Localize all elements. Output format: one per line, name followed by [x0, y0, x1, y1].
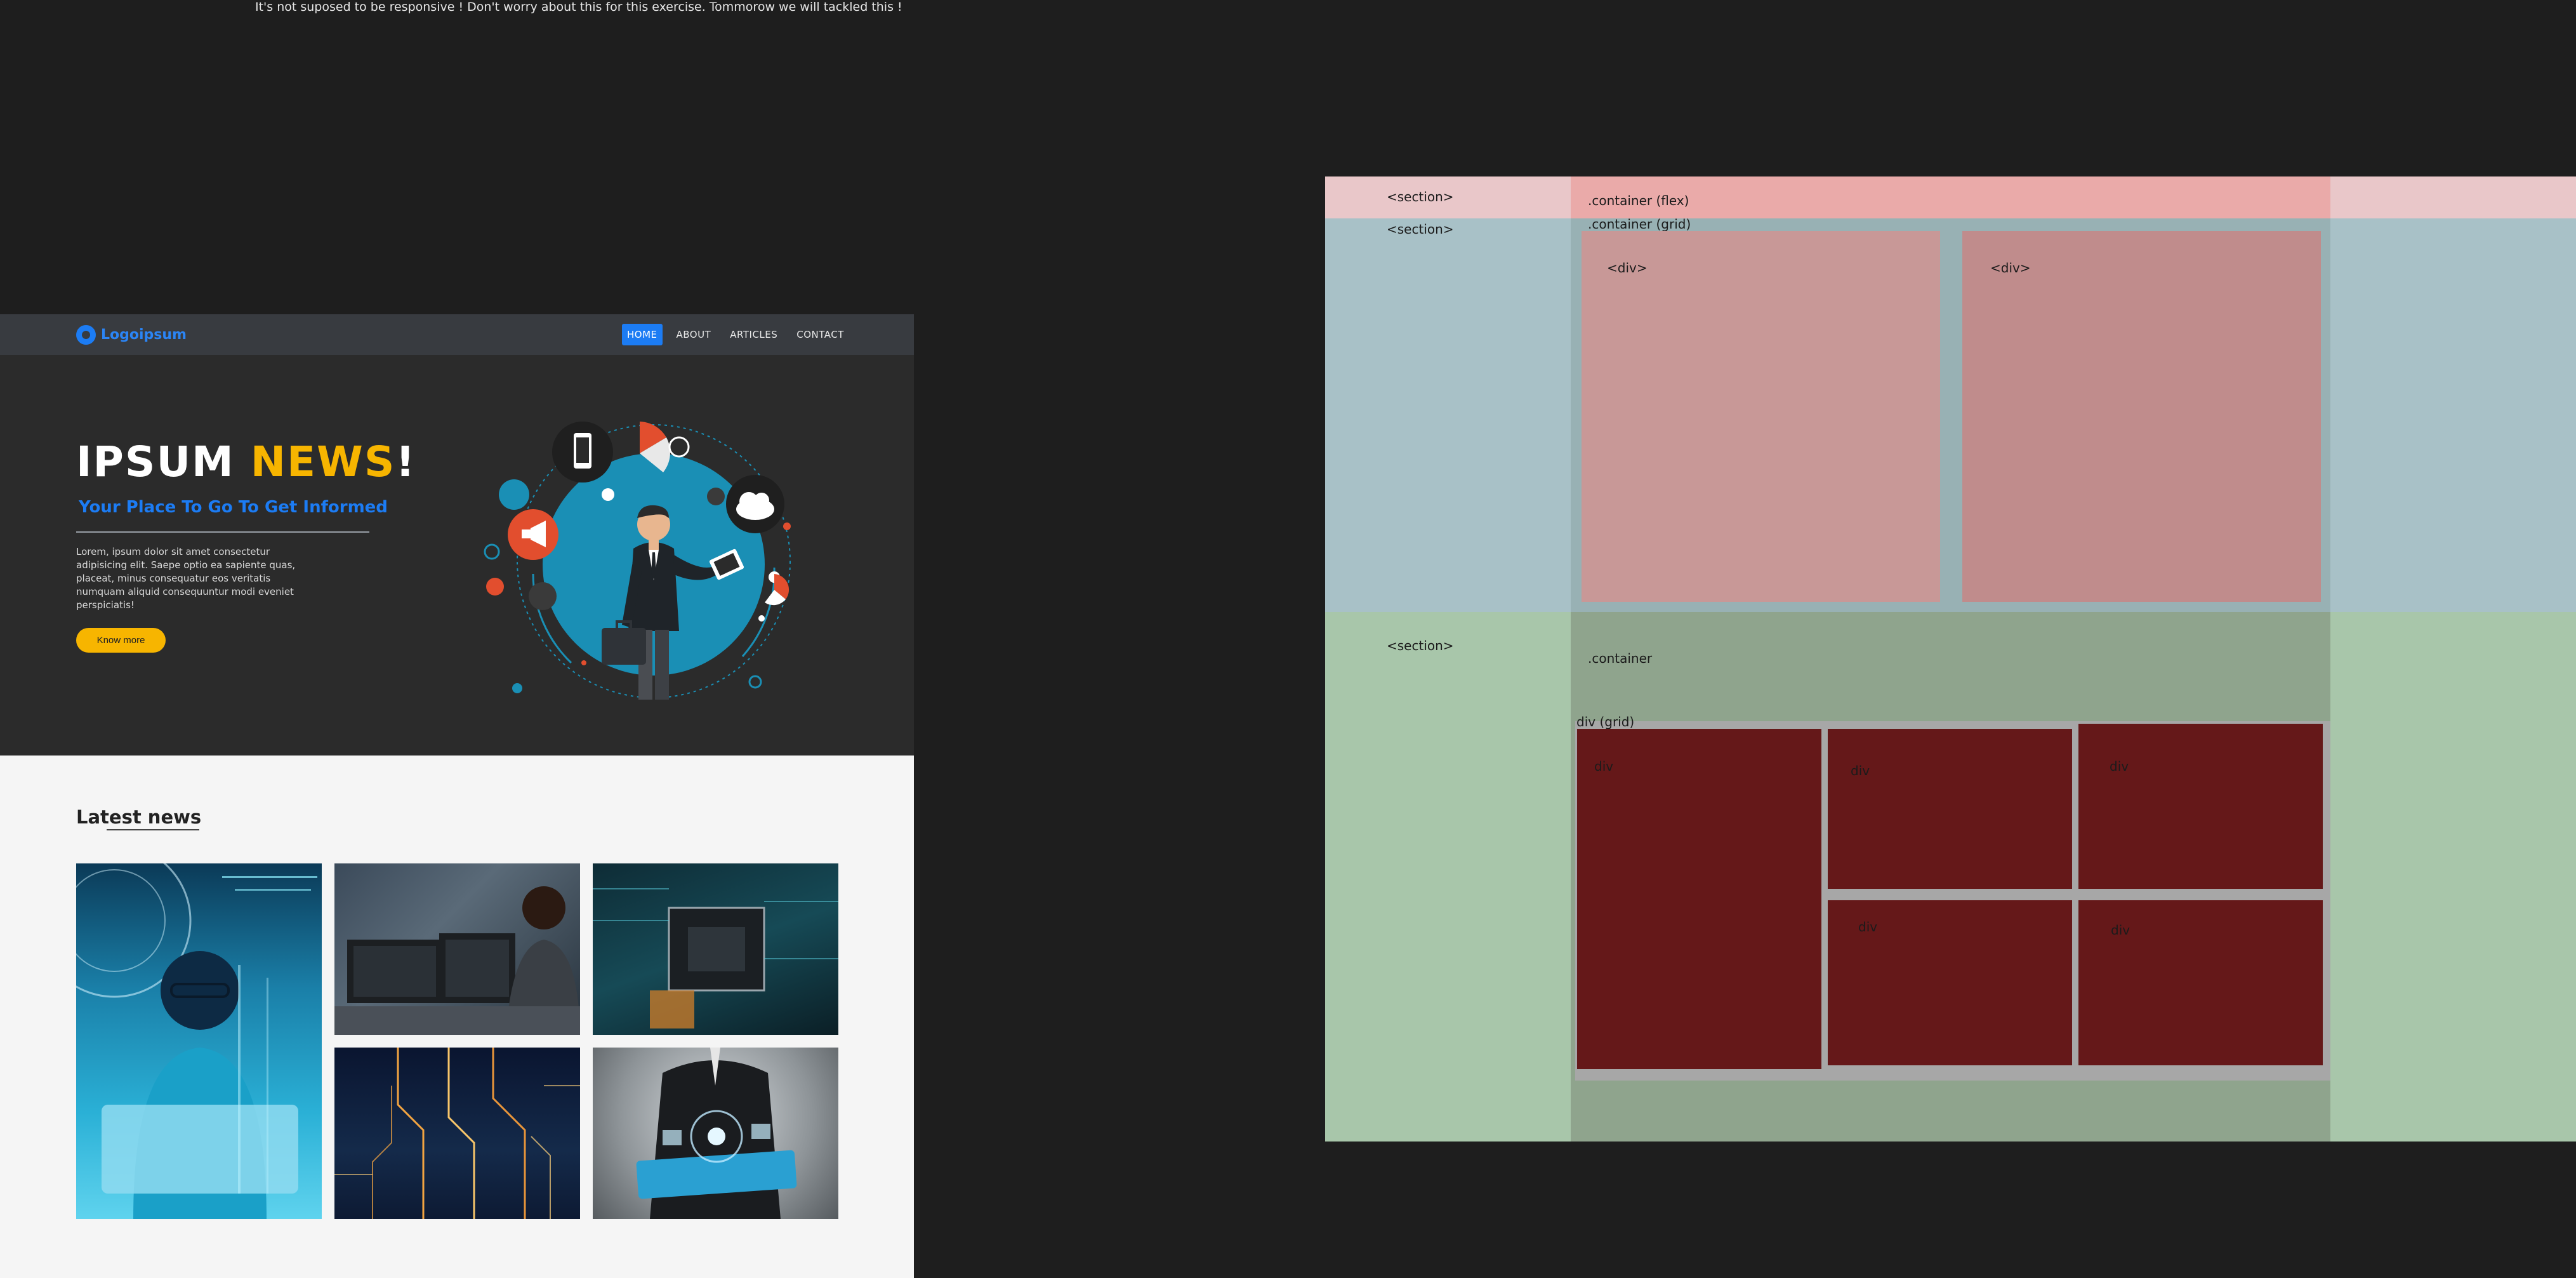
nav-about[interactable]: ABOUT	[671, 324, 717, 345]
hero-title-end: !	[395, 437, 416, 486]
nav-home[interactable]: HOME	[622, 324, 663, 345]
hero-divider	[76, 531, 369, 533]
nav-links: HOME ABOUT ARTICLES CONTACT	[622, 324, 849, 345]
navbar: Logoipsum HOME ABOUT ARTICLES CONTACT	[0, 314, 914, 355]
logo-text: Logoipsum	[101, 327, 187, 343]
schema-section-3-label: <section>	[1387, 638, 1454, 653]
schema-cell-3-label: div	[2110, 759, 2129, 774]
news-image-1[interactable]	[76, 863, 322, 1219]
logo-icon	[76, 325, 96, 345]
schema-container-label: .container	[1588, 651, 1653, 666]
nav-contact[interactable]: CONTACT	[791, 324, 849, 345]
businessman-illustration	[484, 422, 791, 700]
latest-news-underline	[107, 829, 199, 830]
mock-site: Logoipsum HOME ABOUT ARTICLES CONTACT IP…	[0, 314, 914, 1278]
schema-section-2-label: <section>	[1387, 222, 1454, 237]
schema-grid-div-2-label: <div>	[1990, 260, 2031, 276]
news-image-3[interactable]	[593, 863, 838, 1035]
schema-grid-div-2	[1962, 231, 2321, 602]
nav-articles[interactable]: ARTICLES	[725, 324, 783, 345]
know-more-button[interactable]: Know more	[76, 628, 166, 653]
hacker-laptop-picture	[76, 863, 317, 1219]
page-notice: It's not suposed to be responsive ! Don'…	[255, 0, 902, 14]
logo[interactable]: Logoipsum	[76, 325, 187, 345]
hero-title: IPSUM NEWS!	[76, 437, 416, 486]
schema-cell-2-label: div	[1851, 763, 1870, 778]
schema-section-1-label: <section>	[1387, 189, 1454, 204]
schema-div-grid-label: div (grid)	[1576, 714, 1635, 729]
schema-grid-div-1-label: <div>	[1607, 260, 1648, 276]
hero-subtitle: Your Place To Go To Get Informed	[79, 498, 388, 517]
news-image-5[interactable]	[593, 1048, 838, 1219]
schema-grid-div-1	[1582, 231, 1940, 602]
programmers-desk-picture	[334, 886, 580, 1035]
latest-news-section: Latest news	[0, 755, 914, 1278]
schema-cell-1	[1577, 729, 1821, 1069]
hero-title-accent: NEWS	[250, 437, 396, 486]
hero-title-main: IPSUM	[76, 437, 251, 486]
hero-section: IPSUM NEWS! Your Place To Go To Get Info…	[0, 355, 914, 755]
schema-cell-3	[2078, 724, 2323, 889]
circuit-lights-picture	[334, 1048, 580, 1219]
latest-news-title: Latest news	[76, 806, 202, 828]
schema-cell-2	[1828, 729, 2072, 889]
news-image-2[interactable]	[334, 863, 580, 1035]
schema-cell-4-label: div	[1858, 919, 1878, 935]
layout-schema: <section> .container (flex) <section> .c…	[1325, 176, 2576, 1142]
news-image-4[interactable]	[334, 1048, 580, 1219]
schema-container-flex-label: .container (flex)	[1588, 193, 1689, 208]
businessman-tablet-picture	[636, 1048, 797, 1219]
motherboard-picture	[593, 888, 838, 1028]
schema-cell-1-label: div	[1594, 759, 1614, 774]
hero-text: Lorem, ipsum dolor sit amet consectetur …	[76, 546, 296, 611]
schema-container-grid-label: .container (grid)	[1588, 216, 1691, 232]
schema-cell-5-label: div	[2111, 922, 2130, 938]
